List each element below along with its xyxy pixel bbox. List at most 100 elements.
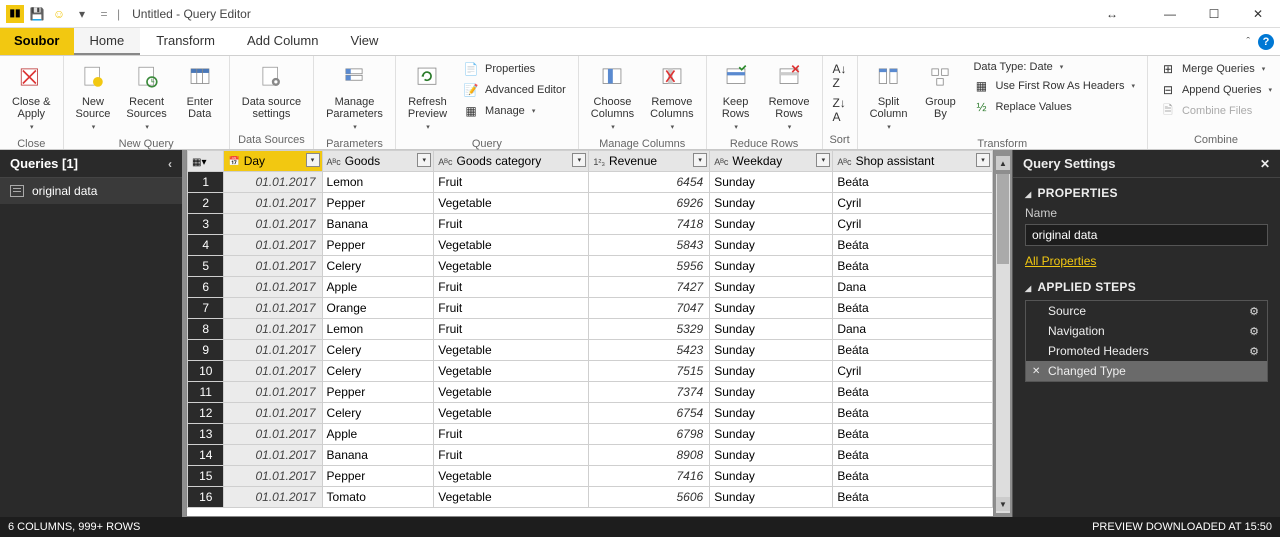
cell-weekday[interactable]: Sunday (710, 256, 833, 277)
cell-shop-assistant[interactable]: Beáta (833, 235, 993, 256)
col-day[interactable]: 📅Day▾ (224, 151, 322, 172)
data-type-button[interactable]: Data Type: Date ▾ (971, 60, 1137, 74)
collapse-queries-icon[interactable]: ‹ (168, 157, 172, 171)
advanced-editor-button[interactable]: 📝Advanced Editor (461, 81, 568, 99)
table-row[interactable]: 201.01.2017PepperVegetable6926SundayCyri… (188, 193, 993, 214)
vertical-scrollbar[interactable]: ▲ ▼ (996, 174, 1010, 513)
replace-values-button[interactable]: ½Replace Values (971, 98, 1137, 116)
cell-day[interactable]: 01.01.2017 (224, 256, 322, 277)
scroll-down-icon[interactable]: ▼ (996, 497, 1010, 511)
cell-revenue[interactable]: 5423 (589, 340, 710, 361)
cell-shop-assistant[interactable]: Cyril (833, 361, 993, 382)
tab-file[interactable]: Soubor (0, 28, 74, 55)
cell-day[interactable]: 01.01.2017 (224, 382, 322, 403)
cell-weekday[interactable]: Sunday (710, 361, 833, 382)
manage-button[interactable]: ▦Manage ▾ (461, 102, 568, 120)
cell-goods[interactable]: Lemon (322, 172, 434, 193)
cell-shop-assistant[interactable]: Beáta (833, 172, 993, 193)
close-apply-button[interactable]: Close & Apply▾ (6, 58, 57, 136)
append-queries-button[interactable]: ⊟Append Queries ▾ (1158, 81, 1274, 99)
tab-home[interactable]: Home (74, 28, 141, 55)
cell-goods-category[interactable]: Fruit (434, 298, 589, 319)
cell-revenue[interactable]: 7418 (589, 214, 710, 235)
cell-shop-assistant[interactable]: Beáta (833, 445, 993, 466)
cell-goods-category[interactable]: Vegetable (434, 235, 589, 256)
filter-icon[interactable]: ▾ (976, 153, 990, 167)
gear-icon[interactable]: ⚙ (1249, 305, 1259, 318)
cell-weekday[interactable]: Sunday (710, 298, 833, 319)
cell-goods-category[interactable]: Fruit (434, 172, 589, 193)
close-button[interactable]: ✕ (1236, 0, 1280, 28)
cell-revenue[interactable]: 6798 (589, 424, 710, 445)
cell-goods[interactable]: Banana (322, 214, 434, 235)
cell-goods-category[interactable]: Vegetable (434, 340, 589, 361)
cell-day[interactable]: 01.01.2017 (224, 487, 322, 508)
table-row[interactable]: 1601.01.2017TomatoVegetable5606SundayBeá… (188, 487, 993, 508)
cell-weekday[interactable]: Sunday (710, 277, 833, 298)
cell-weekday[interactable]: Sunday (710, 214, 833, 235)
cell-weekday[interactable]: Sunday (710, 172, 833, 193)
step-promoted-headers[interactable]: Promoted Headers⚙ (1026, 341, 1267, 361)
table-row[interactable]: 401.01.2017PepperVegetable5843SundayBeát… (188, 235, 993, 256)
remove-rows-button[interactable]: Remove Rows▾ (763, 58, 816, 136)
resize-handle-icon[interactable]: ↔ (1106, 7, 1118, 21)
cell-shop-assistant[interactable]: Beáta (833, 382, 993, 403)
cell-goods[interactable]: Lemon (322, 319, 434, 340)
cell-shop-assistant[interactable]: Cyril (833, 193, 993, 214)
col-goods-category[interactable]: AᴮcGoods category▾ (434, 151, 589, 172)
cell-shop-assistant[interactable]: Dana (833, 319, 993, 340)
cell-day[interactable]: 01.01.2017 (224, 340, 322, 361)
cell-revenue[interactable]: 5606 (589, 487, 710, 508)
table-row[interactable]: 1001.01.2017CeleryVegetable7515SundayCyr… (188, 361, 993, 382)
cell-goods-category[interactable]: Fruit (434, 214, 589, 235)
table-row[interactable]: 1201.01.2017CeleryVegetable6754SundayBeá… (188, 403, 993, 424)
cell-goods[interactable]: Celery (322, 256, 434, 277)
cell-day[interactable]: 01.01.2017 (224, 277, 322, 298)
cell-revenue[interactable]: 6926 (589, 193, 710, 214)
filter-icon[interactable]: ▾ (693, 153, 707, 167)
cell-day[interactable]: 01.01.2017 (224, 235, 322, 256)
cell-weekday[interactable]: Sunday (710, 340, 833, 361)
all-properties-link[interactable]: All Properties (1025, 254, 1096, 268)
table-row[interactable]: 701.01.2017OrangeFruit7047SundayBeáta (188, 298, 993, 319)
cell-goods-category[interactable]: Vegetable (434, 403, 589, 424)
table-corner[interactable]: ▦▾ (188, 151, 224, 172)
cell-weekday[interactable]: Sunday (710, 445, 833, 466)
qat-dropdown-icon[interactable]: ▾ (73, 5, 91, 23)
group-by-button[interactable]: Group By (917, 58, 963, 124)
table-row[interactable]: 501.01.2017CeleryVegetable5956SundayBeát… (188, 256, 993, 277)
cell-goods-category[interactable]: Vegetable (434, 466, 589, 487)
cell-weekday[interactable]: Sunday (710, 193, 833, 214)
close-settings-icon[interactable]: ✕ (1260, 157, 1270, 171)
cell-day[interactable]: 01.01.2017 (224, 466, 322, 487)
tab-transform[interactable]: Transform (140, 28, 231, 55)
tab-view[interactable]: View (334, 28, 394, 55)
remove-columns-button[interactable]: Remove Columns▾ (644, 58, 699, 136)
cell-shop-assistant[interactable]: Beáta (833, 340, 993, 361)
col-goods[interactable]: AᴮcGoods▾ (322, 151, 434, 172)
cell-day[interactable]: 01.01.2017 (224, 298, 322, 319)
choose-columns-button[interactable]: Choose Columns▾ (585, 58, 640, 136)
cell-weekday[interactable]: Sunday (710, 382, 833, 403)
cell-shop-assistant[interactable]: Beáta (833, 256, 993, 277)
cell-revenue[interactable]: 7416 (589, 466, 710, 487)
filter-icon[interactable]: ▾ (306, 153, 320, 167)
cell-goods[interactable]: Banana (322, 445, 434, 466)
cell-day[interactable]: 01.01.2017 (224, 361, 322, 382)
cell-goods[interactable]: Celery (322, 340, 434, 361)
table-row[interactable]: 1401.01.2017BananaFruit8908SundayBeáta (188, 445, 993, 466)
keep-rows-button[interactable]: Keep Rows▾ (713, 58, 759, 136)
first-row-headers-button[interactable]: ▦Use First Row As Headers ▾ (971, 77, 1137, 95)
cell-revenue[interactable]: 6454 (589, 172, 710, 193)
cell-goods-category[interactable]: Vegetable (434, 193, 589, 214)
cell-goods-category[interactable]: Vegetable (434, 361, 589, 382)
cell-goods-category[interactable]: Vegetable (434, 487, 589, 508)
table-row[interactable]: 1101.01.2017PepperVegetable7374SundayBeá… (188, 382, 993, 403)
tab-add-column[interactable]: Add Column (231, 28, 335, 55)
cell-revenue[interactable]: 7047 (589, 298, 710, 319)
filter-icon[interactable]: ▾ (816, 153, 830, 167)
filter-icon[interactable]: ▾ (572, 153, 586, 167)
properties-section-title[interactable]: PROPERTIES (1025, 186, 1268, 200)
cell-goods-category[interactable]: Vegetable (434, 382, 589, 403)
cell-shop-assistant[interactable]: Beáta (833, 298, 993, 319)
